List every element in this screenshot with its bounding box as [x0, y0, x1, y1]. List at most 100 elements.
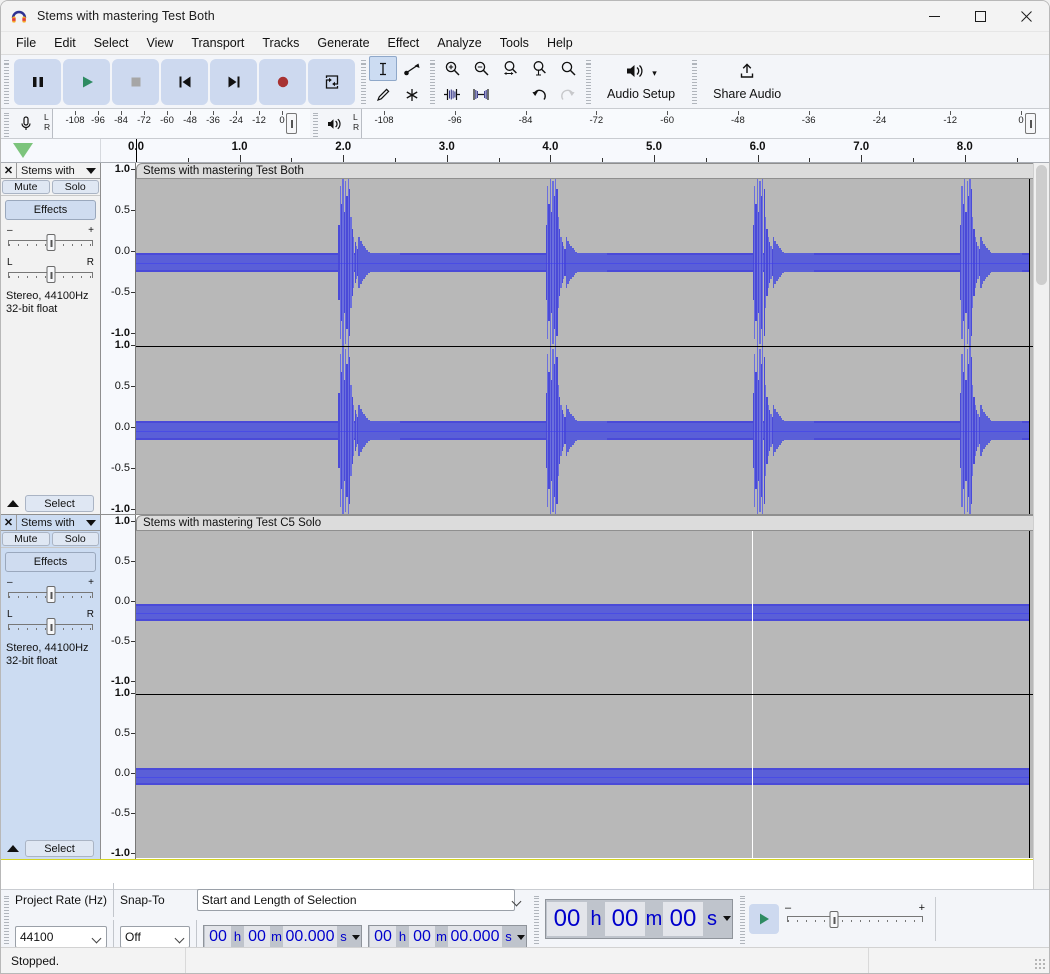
- window-resize-grip[interactable]: [1034, 958, 1046, 970]
- track-1-left-channel[interactable]: [136, 179, 1049, 347]
- menu-view[interactable]: View: [137, 32, 182, 54]
- audio-setup-grip[interactable]: [585, 59, 592, 106]
- fit-project-to-width-button[interactable]: [525, 56, 553, 81]
- project-rate-select[interactable]: 44100: [15, 926, 107, 948]
- recording-meter[interactable]: -108 -96 -84 -72 -60 -48 -36 -24 -12 0: [52, 109, 310, 138]
- snap-to-select[interactable]: Off: [120, 926, 190, 948]
- menu-help[interactable]: Help: [538, 32, 582, 54]
- zoom-out-button[interactable]: [467, 56, 495, 81]
- meter-slider[interactable]: [286, 113, 297, 134]
- close-button[interactable]: [1003, 1, 1049, 32]
- minimize-button[interactable]: [911, 1, 957, 32]
- envelope-tool[interactable]: [398, 56, 426, 81]
- pinned-play-head[interactable]: [1, 139, 101, 162]
- menu-transport[interactable]: Transport: [182, 32, 253, 54]
- track-1-clip-title[interactable]: Stems with mastering Test Both: [136, 163, 1049, 179]
- vertical-scrollbar-thumb[interactable]: [1036, 165, 1047, 285]
- draw-tool[interactable]: [369, 82, 397, 107]
- track-1-gain-slider[interactable]: – +: [6, 225, 95, 252]
- silence-audio-selection-button[interactable]: [467, 82, 495, 107]
- recording-meter-grip[interactable]: [3, 111, 10, 137]
- track-2-vertical-ruler[interactable]: 1.0 0.5 0.0 -0.5 -1.0 1.0 0.5 0.0 -0.5 -1.0: [101, 515, 136, 859]
- track-2-mute-button[interactable]: Mute: [2, 532, 50, 546]
- selection-mode-select[interactable]: Start and Length of Selection: [196, 889, 515, 911]
- waveform: [136, 347, 1049, 514]
- skip-to-start-button[interactable]: [161, 58, 208, 105]
- track-1-close-icon[interactable]: ✕: [1, 163, 17, 178]
- track-1-clip-area[interactable]: Stems with mastering Test Both: [136, 163, 1049, 514]
- playback-meter-grip[interactable]: [312, 111, 319, 137]
- vertical-scrollbar[interactable]: [1033, 163, 1049, 908]
- stop-button[interactable]: [112, 58, 159, 105]
- track-1-right-channel[interactable]: [136, 347, 1049, 514]
- track-2-effects-button[interactable]: Effects: [5, 552, 96, 572]
- track-1-collapse-icon[interactable]: [7, 500, 19, 507]
- menu-select[interactable]: Select: [85, 32, 138, 54]
- play-at-speed-button[interactable]: [749, 903, 779, 934]
- track-2-collapse-icon[interactable]: [7, 845, 19, 852]
- track-2-right-channel[interactable]: [136, 695, 1049, 858]
- multi-tool[interactable]: [398, 82, 426, 107]
- maximize-button[interactable]: [957, 1, 1003, 32]
- selection-start-time[interactable]: 00 h 00 m 00.000 s: [203, 925, 362, 949]
- track-2-solo-button[interactable]: Solo: [51, 532, 99, 546]
- track-1-vertical-ruler[interactable]: 1.0 0.5 0.0 -0.5 -1.0 1.0 0.5 0.0 -0.5 -1.0: [101, 163, 136, 515]
- meter-slider[interactable]: [1025, 113, 1036, 134]
- menu-generate[interactable]: Generate: [308, 32, 378, 54]
- play-button[interactable]: [63, 58, 110, 105]
- track-2-control-panel[interactable]: ✕ Stems with Mute Solo Effects – + L R S…: [1, 515, 101, 859]
- track-1-solo-button[interactable]: Solo: [51, 180, 99, 194]
- menu-file[interactable]: File: [7, 32, 45, 54]
- chevron-down-icon[interactable]: [352, 934, 360, 940]
- track-1-mute-button[interactable]: Mute: [2, 180, 50, 194]
- audio-setup-button[interactable]: ▾ Audio Setup: [593, 57, 689, 107]
- ruler-label: 3.0: [438, 141, 455, 153]
- audio-position-time[interactable]: 00 h 00 m 00 s: [545, 898, 733, 939]
- track-2-pan-slider[interactable]: L R: [6, 609, 95, 636]
- chevron-down-icon[interactable]: [723, 916, 731, 921]
- track-1-effects-button[interactable]: Effects: [5, 200, 96, 220]
- selection-length-time[interactable]: 00 h 00 m 00.000 s: [368, 925, 527, 949]
- track-2-name-dropdown[interactable]: Stems with: [17, 515, 100, 530]
- waveform: [136, 531, 1049, 694]
- chevron-down-icon[interactable]: [517, 934, 525, 940]
- trim-audio-outside-selection-button[interactable]: [438, 82, 466, 107]
- track-2-gain-slider[interactable]: – +: [6, 577, 95, 604]
- track-2-clip-area[interactable]: Stems with mastering Test C5 Solo: [136, 515, 1049, 859]
- skip-to-end-button[interactable]: [210, 58, 257, 105]
- share-audio-button[interactable]: Share Audio: [699, 57, 795, 107]
- speaker-icon[interactable]: [321, 111, 349, 136]
- tools-toolbar-grip[interactable]: [360, 59, 367, 106]
- fit-selection-to-width-button[interactable]: [496, 56, 524, 81]
- track-1-select-button[interactable]: Select: [25, 495, 94, 512]
- selection-toolbar-grip[interactable]: [3, 894, 10, 944]
- track-1-control-panel[interactable]: ✕ Stems with Mute Solo Effects – + L R S…: [1, 163, 101, 514]
- menu-effect[interactable]: Effect: [379, 32, 429, 54]
- record-button[interactable]: [259, 58, 306, 105]
- track-1-pan-slider[interactable]: L R: [6, 257, 95, 284]
- share-audio-grip[interactable]: [691, 59, 699, 106]
- zoom-in-button[interactable]: [438, 56, 466, 81]
- track-2-left-channel[interactable]: [136, 531, 1049, 695]
- playback-meter[interactable]: -108 -96 -84 -72 -60 -48 -36 -24 -12 0: [361, 109, 1049, 138]
- menu-tracks[interactable]: Tracks: [253, 32, 308, 54]
- timeline-ruler[interactable]: 0.01.02.03.04.05.06.07.08.0: [101, 139, 1049, 162]
- track-2-select-button[interactable]: Select: [25, 840, 94, 857]
- loop-button[interactable]: [308, 58, 355, 105]
- menu-tools[interactable]: Tools: [491, 32, 538, 54]
- play-speed-toolbar-grip[interactable]: [739, 894, 746, 944]
- track-1-name-dropdown[interactable]: Stems with: [17, 163, 100, 178]
- microphone-icon[interactable]: [12, 111, 40, 136]
- play-speed-slider[interactable]: – +: [785, 902, 925, 934]
- zoom-toggle-button[interactable]: [554, 56, 582, 81]
- transport-toolbar-grip[interactable]: [3, 59, 10, 106]
- menu-edit[interactable]: Edit: [45, 32, 85, 54]
- selection-tool[interactable]: [369, 56, 397, 81]
- track-2-close-icon[interactable]: ✕: [1, 515, 17, 530]
- time-toolbar-grip[interactable]: [533, 894, 540, 944]
- track-2-clip-title[interactable]: Stems with mastering Test C5 Solo: [136, 515, 1049, 531]
- menu-analyze[interactable]: Analyze: [428, 32, 490, 54]
- undo-button[interactable]: [525, 82, 553, 107]
- edit-toolbar-grip[interactable]: [429, 59, 436, 106]
- pause-button[interactable]: [14, 58, 61, 105]
